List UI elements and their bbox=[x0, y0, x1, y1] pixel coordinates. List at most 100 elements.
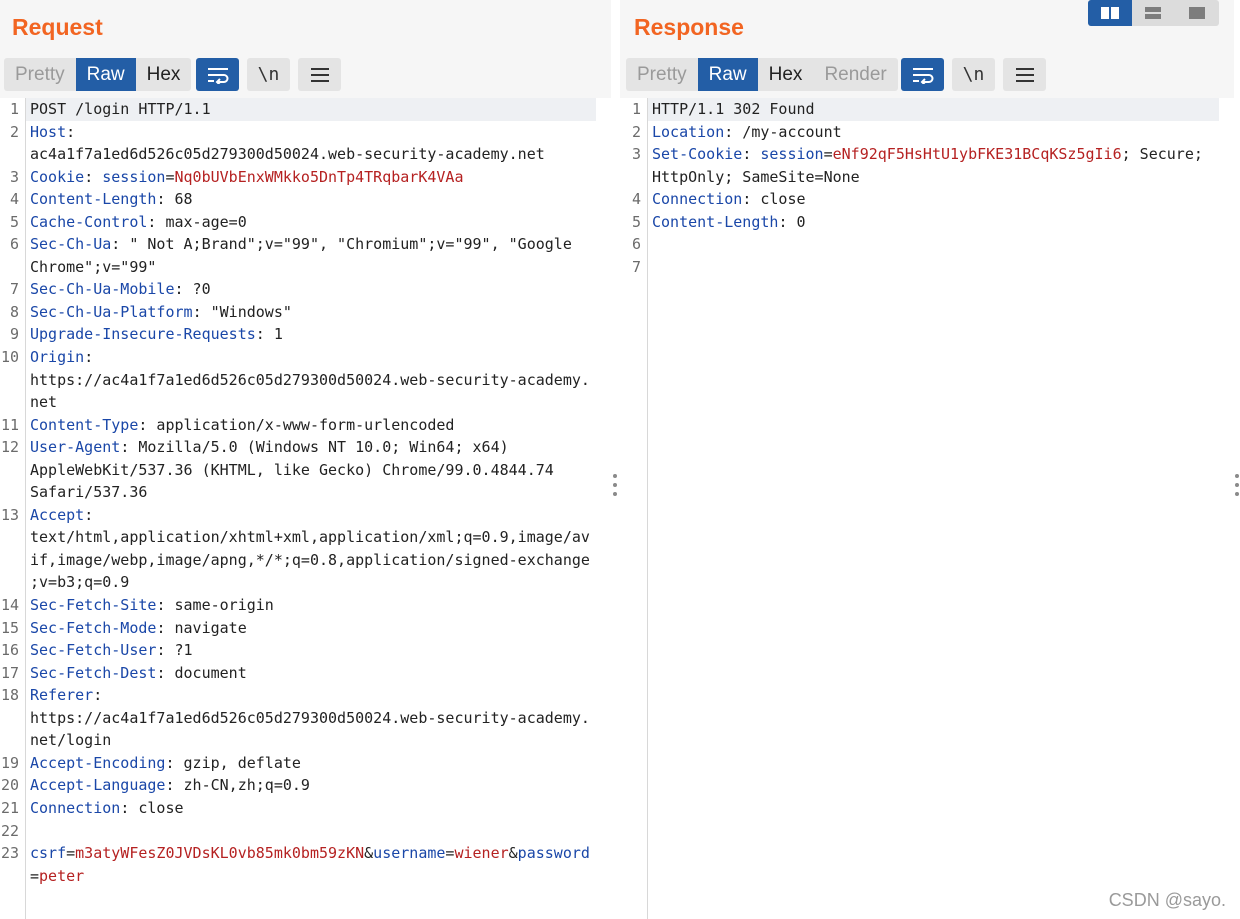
line-text: User-Agent: Mozilla/5.0 (Windows NT 10.0… bbox=[25, 436, 554, 504]
side-by-side-button[interactable] bbox=[1088, 0, 1132, 26]
request-editor[interactable]: 1 POST /login HTTP/1.1 2 Host: ac4a1f7a1ed6… bbox=[0, 98, 611, 919]
code-line: 16 Sec-Fetch-User: ?1 bbox=[0, 639, 611, 662]
text-segment: : 1 bbox=[255, 325, 283, 344]
header-name: Content-Type bbox=[30, 415, 139, 434]
side-by-side-icon bbox=[1100, 7, 1119, 19]
text-segment: : text/html,application/xhtml+xml,applic… bbox=[30, 505, 590, 592]
line-number: 8 bbox=[9, 302, 19, 321]
show-newlines-button[interactable]: \n bbox=[952, 58, 995, 91]
header-name: Sec-Ch-Ua-Platform bbox=[30, 302, 193, 321]
line-text: Content-Length: 0 bbox=[647, 211, 806, 234]
show-newlines-button[interactable]: \n bbox=[247, 58, 290, 91]
code-line: 6 bbox=[620, 233, 1234, 256]
line-number: 4 bbox=[9, 190, 19, 209]
header-name: session bbox=[760, 145, 824, 164]
text-segment: : bbox=[84, 167, 103, 186]
line-number: 12 bbox=[0, 438, 19, 457]
text-segment: : /my-account bbox=[724, 122, 842, 141]
line-text: Sec-Fetch-Site: same-origin bbox=[25, 594, 274, 617]
wrap-lines-button[interactable] bbox=[901, 58, 944, 91]
code-line: 14 Sec-Fetch-Site: same-origin bbox=[0, 594, 611, 617]
code-line: 12 User-Agent: Mozilla/5.0 (Windows NT 10… bbox=[0, 436, 611, 504]
response-drag-handle-icon[interactable] bbox=[1234, 474, 1240, 496]
line-text: Host: ac4a1f7a1ed6d526c05d279300d50024.w… bbox=[25, 121, 545, 166]
line-text: csrf=m3atyWFesZ0JVDsKL0vb85mk0bm59zKN&us… bbox=[25, 842, 590, 887]
line-text: Content-Type: application/x-www-form-url… bbox=[25, 414, 454, 437]
text-segment: & bbox=[364, 844, 374, 863]
text-segment: : "Windows" bbox=[192, 302, 292, 321]
header-name: Sec-Fetch-User bbox=[30, 641, 157, 660]
text-segment: POST /login HTTP/1.1 bbox=[30, 100, 211, 118]
tab-pretty[interactable]: Pretty bbox=[626, 58, 698, 91]
line-text: Content-Length: 68 bbox=[25, 188, 193, 211]
text-segment: = bbox=[823, 145, 833, 164]
line-text: Sec-Fetch-Dest: document bbox=[25, 662, 247, 685]
line-number: 10 bbox=[0, 348, 19, 367]
text-segment: : document bbox=[156, 663, 247, 682]
code-line: 9 Upgrade-Insecure-Requests: 1 bbox=[0, 323, 611, 346]
param-value: m3atyWFesZ0JVDsKL0vb85mk0bm59zKN bbox=[75, 844, 365, 863]
request-view-tabs: Pretty Raw Hex bbox=[4, 58, 192, 91]
request-lines: 1 POST /login HTTP/1.1 2 Host: ac4a1f7a1ed6… bbox=[0, 98, 611, 887]
line-text: Sec-Ch-Ua: " Not A;Brand";v="99", "Chrom… bbox=[25, 233, 572, 278]
line-text: Connection: close bbox=[25, 797, 184, 820]
text-segment: : max-age=0 bbox=[147, 212, 247, 231]
tab-raw[interactable]: Raw bbox=[75, 58, 136, 91]
request-menu-button[interactable] bbox=[298, 58, 341, 91]
line-number: 23 bbox=[0, 844, 19, 863]
pane-divider[interactable] bbox=[611, 0, 620, 919]
header-name: Accept-Encoding bbox=[30, 753, 166, 772]
text-segment: : zh-CN,zh;q=0.9 bbox=[165, 776, 310, 795]
text-segment: : same-origin bbox=[156, 596, 274, 615]
tab-raw[interactable]: Raw bbox=[697, 58, 758, 91]
tab-hex[interactable]: Hex bbox=[136, 58, 192, 91]
text-segment: = bbox=[165, 167, 175, 186]
line-text: Sec-Fetch-Mode: navigate bbox=[25, 617, 247, 640]
code-line: 22 bbox=[0, 820, 611, 843]
text-segment: : navigate bbox=[156, 618, 247, 637]
line-text: Accept-Language: zh-CN,zh;q=0.9 bbox=[25, 774, 310, 797]
text-segment: : gzip, deflate bbox=[165, 753, 301, 772]
line-number: 11 bbox=[0, 415, 19, 434]
line-number: 6 bbox=[9, 235, 19, 254]
line-number: 22 bbox=[0, 821, 19, 840]
line-text: Sec-Ch-Ua-Platform: "Windows" bbox=[25, 301, 292, 324]
text-segment: : ?0 bbox=[174, 280, 211, 299]
code-line: 10 Origin: https://ac4a1f7a1ed6d526c05d27… bbox=[0, 346, 611, 414]
line-text: Cache-Control: max-age=0 bbox=[25, 211, 247, 234]
code-line: 1 POST /login HTTP/1.1 bbox=[0, 98, 611, 121]
code-line: 20 Accept-Language: zh-CN,zh;q=0.9 bbox=[0, 774, 611, 797]
line-text: Sec-Fetch-User: ?1 bbox=[25, 639, 193, 662]
tab-hex[interactable]: Hex bbox=[758, 58, 814, 91]
response-pane: Response Pretty Raw Hex Render \n 1 HTTP… bbox=[620, 0, 1234, 919]
single-pane-button[interactable] bbox=[1175, 0, 1219, 26]
header-name: Content-Length bbox=[30, 190, 157, 209]
header-name: Host bbox=[30, 122, 67, 141]
request-drag-handle-icon[interactable] bbox=[612, 474, 618, 496]
header-name: Origin bbox=[30, 348, 85, 367]
line-number: 3 bbox=[631, 145, 641, 164]
response-editor[interactable]: 1 HTTP/1.1 302 Found 2 Location: /my-accoun… bbox=[620, 98, 1234, 919]
header-name: Set-Cookie bbox=[652, 145, 743, 164]
header-name: Connection bbox=[652, 190, 743, 209]
text-segment: : https://ac4a1f7a1ed6d526c05d279300d500… bbox=[30, 686, 590, 750]
tab-render[interactable]: Render bbox=[813, 58, 897, 91]
code-line: 23 csrf=m3atyWFesZ0JVDsKL0vb85mk0bm59zKN&… bbox=[0, 842, 611, 887]
line-number: 1 bbox=[9, 100, 19, 118]
wrap-lines-button[interactable] bbox=[196, 58, 239, 91]
header-name: Sec-Ch-Ua-Mobile bbox=[30, 280, 175, 299]
line-number: 2 bbox=[631, 122, 641, 141]
response-menu-button[interactable] bbox=[1003, 58, 1046, 91]
line-number: 5 bbox=[631, 212, 641, 231]
line-text: POST /login HTTP/1.1 bbox=[25, 98, 596, 121]
line-number: 1 bbox=[631, 100, 641, 118]
layout-toggle bbox=[1088, 0, 1219, 26]
menu-icon bbox=[1015, 67, 1034, 82]
stacked-button[interactable] bbox=[1132, 0, 1176, 26]
tab-pretty[interactable]: Pretty bbox=[4, 58, 76, 91]
text-segment: : close bbox=[120, 798, 184, 817]
line-text: Origin: https://ac4a1f7a1ed6d526c05d2793… bbox=[25, 346, 590, 414]
code-line: 18 Referer: https://ac4a1f7a1ed6d526c05d2… bbox=[0, 684, 611, 752]
code-line: 19 Accept-Encoding: gzip, deflate bbox=[0, 752, 611, 775]
header-name: session bbox=[102, 167, 166, 186]
